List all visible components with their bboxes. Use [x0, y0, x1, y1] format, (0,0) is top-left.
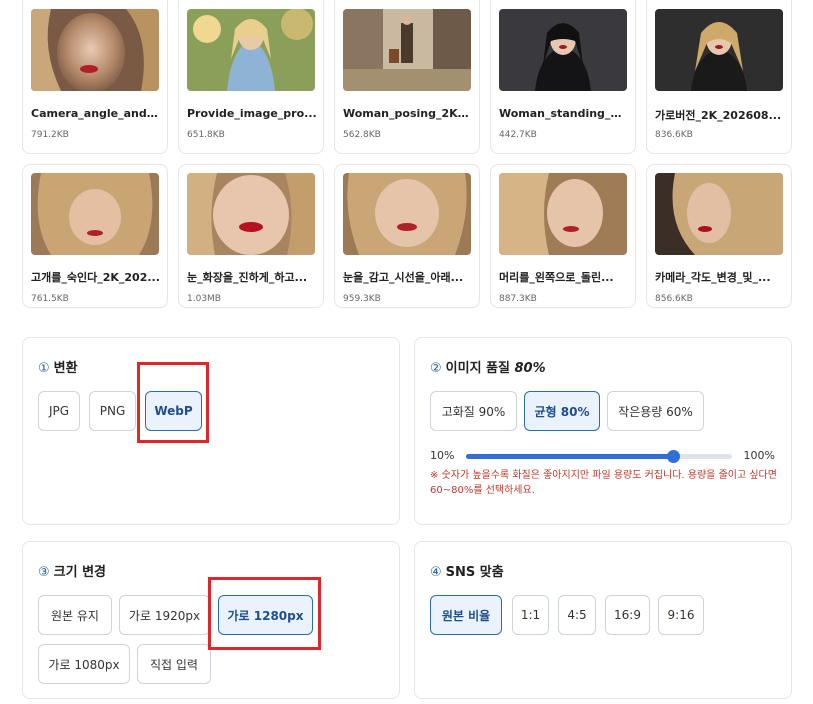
file-size: 1.03MB	[187, 294, 221, 304]
quality-title: ② 이미지 품질 80%	[430, 361, 546, 376]
slider-fill	[466, 454, 673, 459]
sns-panel: ④ SNS 맞춤 원본 비율 1:1 4:5 16:9 9:16	[414, 541, 792, 699]
thumbnail-image	[655, 9, 783, 91]
image-card[interactable]: Provide_image_pro... 651.8KB	[178, 0, 324, 154]
sns-ratio-16-9-button[interactable]: 16:9	[605, 595, 650, 635]
sns-original-ratio-button[interactable]: 원본 비율	[430, 595, 502, 635]
image-card[interactable]: 카메라_각도_변경_및_... 856.6KB	[646, 164, 792, 308]
resize-1280-button[interactable]: 가로 1280px	[218, 595, 313, 635]
thumbnail-image	[31, 9, 159, 91]
image-card[interactable]: Woman_posing_2K_... 562.8KB	[334, 0, 480, 154]
convert-panel: ① 변환 JPG PNG WebP	[22, 337, 400, 525]
quality-small-button[interactable]: 작은용량 60%	[607, 391, 704, 431]
sns-title: ④ SNS 맞춤	[430, 565, 504, 580]
thumbnail-image	[343, 9, 471, 91]
image-card[interactable]: Camera_angle_and_h... 791.2KB	[22, 0, 168, 154]
thumbnail-image	[343, 173, 471, 255]
format-webp-button[interactable]: WebP	[145, 391, 202, 431]
resize-1080-button[interactable]: 가로 1080px	[38, 644, 130, 684]
file-size: 791.2KB	[31, 130, 69, 140]
sns-ratio-4-5-button[interactable]: 4:5	[558, 595, 596, 635]
quality-note: ※ 숫자가 높을수록 화질은 좋아지지만 파일 용량도 커집니다. 용량을 줄이…	[430, 470, 777, 496]
thumbnail-image	[655, 173, 783, 255]
quality-high-button[interactable]: 고화질 90%	[430, 391, 517, 431]
image-card[interactable]: 고개를_숙인다_2K_202... 761.5KB	[22, 164, 168, 308]
file-size: 959.3KB	[343, 294, 381, 304]
file-name: 카메라_각도_변경_및_...	[655, 271, 771, 284]
resize-custom-button[interactable]: 직접 입력	[137, 644, 211, 684]
slider-max-label: 100%	[743, 449, 775, 462]
sns-ratio-1-1-button[interactable]: 1:1	[512, 595, 549, 635]
thumbnail-image	[499, 173, 627, 255]
slider-track[interactable]	[466, 450, 732, 463]
file-size: 562.8KB	[343, 130, 381, 140]
file-name: 가로버전_2K_202608...	[655, 109, 782, 122]
thumbnail-image	[187, 9, 315, 91]
file-name: Provide_image_pro...	[187, 107, 317, 120]
resize-panel: ③ 크기 변경 원본 유지 가로 1920px 가로 1280px 가로 1080…	[22, 541, 400, 699]
image-grid-row-1: Camera_angle_and_h... 791.2KB Provide_im…	[22, 0, 792, 154]
file-name: 눈을_감고_시선을_아래...	[343, 271, 464, 284]
file-name: Camera_angle_and_h...	[31, 107, 161, 120]
image-grid-row-2: 고개를_숙인다_2K_202... 761.5KB 눈_화장을_진하게_하고..…	[22, 164, 792, 308]
format-png-button[interactable]: PNG	[89, 391, 136, 431]
file-size: 651.8KB	[187, 130, 225, 140]
resize-original-button[interactable]: 원본 유지	[38, 595, 112, 635]
image-card[interactable]: 가로버전_2K_202608... 836.6KB	[646, 0, 792, 154]
image-card[interactable]: 머리를_왼쪽으로_돌린... 887.3KB	[490, 164, 636, 308]
file-size: 836.6KB	[655, 130, 693, 140]
convert-title: ① 변환	[38, 361, 78, 376]
thumbnail-image	[499, 9, 627, 91]
image-card[interactable]: Woman_standing_2... 442.7KB	[490, 0, 636, 154]
resize-1920-button[interactable]: 가로 1920px	[119, 595, 210, 635]
file-name: 눈_화장을_진하게_하고...	[187, 271, 308, 284]
image-card[interactable]: 눈을_감고_시선을_아래... 959.3KB	[334, 164, 480, 308]
file-size: 856.6KB	[655, 294, 693, 304]
resize-title: ③ 크기 변경	[38, 565, 107, 580]
file-size: 887.3KB	[499, 294, 537, 304]
quality-slider[interactable]: 10% 100%	[430, 446, 775, 466]
file-name: 머리를_왼쪽으로_돌린...	[499, 271, 614, 284]
slider-min-label: 10%	[430, 449, 455, 462]
format-jpg-button[interactable]: JPG	[38, 391, 80, 431]
quality-panel: ② 이미지 품질 80% 고화질 90% 균형 80% 작은용량 60% 10% …	[414, 337, 792, 525]
thumbnail-image	[31, 173, 159, 255]
file-name: Woman_posing_2K_...	[343, 107, 473, 120]
thumbnail-image	[187, 173, 315, 255]
file-name: Woman_standing_2...	[499, 107, 629, 120]
quality-balanced-button[interactable]: 균형 80%	[524, 391, 600, 431]
file-name: 고개를_숙인다_2K_202...	[31, 271, 160, 284]
file-size: 442.7KB	[499, 130, 537, 140]
image-card[interactable]: 눈_화장을_진하게_하고... 1.03MB	[178, 164, 324, 308]
slider-thumb[interactable]	[666, 450, 680, 463]
sns-ratio-9-16-button[interactable]: 9:16	[658, 595, 704, 635]
file-size: 761.5KB	[31, 294, 69, 304]
